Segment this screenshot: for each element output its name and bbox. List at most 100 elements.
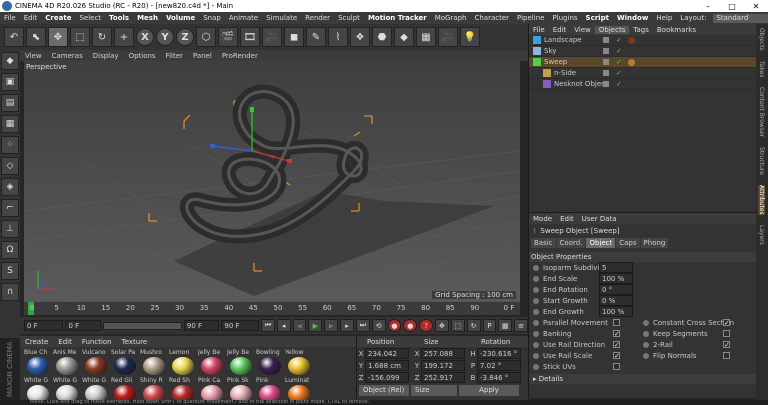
material-swatch[interactable]: Mushro: [140, 349, 167, 375]
scale-tool-button[interactable]: ⬚: [70, 27, 90, 47]
checkbox[interactable]: ✓: [723, 341, 730, 349]
tweak-mode-icon[interactable]: ⊥: [1, 220, 19, 238]
nurbs-generator-button[interactable]: ❖: [350, 27, 370, 47]
object-menu-tags[interactable]: Tags: [629, 26, 653, 34]
animation-dot-icon[interactable]: [533, 308, 539, 315]
go-to-end-icon[interactable]: ⏭: [355, 319, 370, 332]
material-menu-texture[interactable]: Texture: [117, 338, 153, 346]
pla-key-icon[interactable]: ▦: [498, 319, 513, 332]
animation-dot-icon[interactable]: [643, 341, 649, 348]
menu-file[interactable]: File: [0, 14, 20, 22]
range-end-field[interactable]: 90 F: [183, 320, 220, 331]
size-field[interactable]: 252.917 cm: [421, 372, 465, 392]
property-value-field[interactable]: 0 °: [599, 284, 633, 295]
render-settings-button[interactable]: 🎥: [262, 27, 282, 47]
texture-mode-icon[interactable]: ▤: [1, 94, 19, 112]
rotation-key-icon[interactable]: ↻: [466, 319, 481, 332]
checkbox[interactable]: [723, 330, 730, 337]
rotate-tool-button[interactable]: ↻: [92, 27, 112, 47]
menu-simulate[interactable]: Simulate: [262, 14, 301, 22]
attribute-menu-edit[interactable]: Edit: [556, 215, 578, 223]
checkbox[interactable]: ✓: [613, 330, 620, 338]
next-key-icon[interactable]: ▸: [340, 319, 354, 332]
scene-object-button[interactable]: ▦: [416, 27, 436, 47]
layout-select[interactable]: Standard: [713, 13, 768, 23]
property-value-field[interactable]: 100 %: [599, 273, 633, 284]
start-frame-field[interactable]: 0 F: [24, 320, 64, 331]
frame-range-slider[interactable]: [103, 321, 182, 330]
polygons-mode-icon[interactable]: ◈: [1, 178, 19, 196]
animation-dot-icon[interactable]: [533, 330, 539, 337]
object-row[interactable]: Sky ✓: [529, 46, 756, 57]
timeline-menu-icon[interactable]: ≡: [514, 319, 529, 332]
size-mode-select[interactable]: Size: [411, 385, 457, 396]
animation-dot-icon[interactable]: [533, 264, 539, 271]
menu-script[interactable]: Script: [582, 14, 613, 22]
material-swatch[interactable]: Yellow: [285, 349, 312, 375]
animation-dot-icon[interactable]: [533, 297, 539, 304]
material-swatch[interactable]: Vulcano: [82, 349, 109, 375]
y-axis-lock-button[interactable]: Y: [156, 28, 174, 46]
menu-character[interactable]: Character: [470, 14, 513, 22]
right-tab-takes[interactable]: Takes: [758, 61, 765, 77]
material-swatch[interactable]: Anis Me: [53, 349, 80, 375]
menu-volume[interactable]: Volume: [162, 14, 199, 22]
visibility-dots[interactable]: [603, 37, 609, 43]
go-to-start-icon[interactable]: ⏮: [260, 319, 275, 332]
tab-caps[interactable]: Caps: [616, 238, 640, 248]
undo-button[interactable]: ↶: [4, 27, 24, 47]
render-picture-viewer-button[interactable]: 🎞: [240, 27, 260, 47]
solo-icon[interactable]: S: [1, 262, 19, 280]
menu-snap[interactable]: Snap: [199, 14, 225, 22]
coordinate-system-button[interactable]: ⬡: [196, 27, 216, 47]
material-swatch[interactable]: Lemon: [169, 349, 196, 375]
parameter-key-icon[interactable]: P: [482, 319, 497, 332]
loop-icon[interactable]: ⟲: [371, 319, 386, 332]
menu-edit[interactable]: Edit: [20, 14, 42, 22]
right-tab-attributes[interactable]: Attributes: [758, 185, 765, 215]
snapping-icon[interactable]: Ω: [1, 241, 19, 259]
tab-coord[interactable]: Coord.: [556, 238, 586, 248]
animation-dot-icon[interactable]: [533, 363, 539, 370]
checkbox[interactable]: [723, 352, 730, 359]
position-field[interactable]: 234.042 cm: [365, 348, 409, 368]
menu-pipeline[interactable]: Pipeline: [513, 14, 548, 22]
animation-dot-icon[interactable]: [643, 352, 649, 359]
viewport-menu-panel[interactable]: Panel: [188, 52, 217, 60]
enabled-check-icon[interactable]: ✓: [616, 36, 622, 44]
position-field[interactable]: 1.688 cm: [365, 360, 409, 371]
checkbox[interactable]: [613, 319, 620, 326]
object-tag-icon[interactable]: [628, 36, 635, 44]
visibility-dots[interactable]: [603, 81, 609, 87]
pen-spline-button[interactable]: ✎: [306, 27, 326, 47]
enabled-check-icon[interactable]: ✓: [616, 80, 622, 88]
menu-help[interactable]: Help: [652, 14, 676, 22]
menu-render[interactable]: Render: [301, 14, 334, 22]
keyframe-selection-icon[interactable]: ?: [419, 319, 434, 332]
viewport-menu-view[interactable]: View: [20, 52, 47, 60]
animation-dot-icon[interactable]: [533, 352, 539, 359]
autokey-icon[interactable]: ●: [403, 319, 418, 332]
scale-key-icon[interactable]: ⬚: [450, 319, 465, 332]
viewport-menu-cameras[interactable]: Cameras: [47, 52, 88, 60]
magnet-icon[interactable]: ∩: [1, 283, 19, 301]
object-row[interactable]: Landscape ✓: [529, 35, 756, 46]
animation-dot-icon[interactable]: [533, 341, 539, 348]
right-tab-objects[interactable]: Objects: [758, 28, 765, 51]
property-value-field[interactable]: 0 %: [599, 295, 633, 306]
material-menu-function[interactable]: Function: [77, 338, 117, 346]
end-frame-field[interactable]: 90 F: [221, 320, 259, 331]
checkbox[interactable]: ✓: [723, 319, 730, 327]
render-view-button[interactable]: 🎬: [218, 27, 238, 47]
object-menu-view[interactable]: View: [570, 26, 595, 34]
rotation-field[interactable]: 7.02 °: [477, 360, 521, 371]
object-row[interactable]: Nesknot Object ✓: [529, 79, 756, 90]
close-button[interactable]: ✕: [744, 2, 768, 11]
menu-mesh[interactable]: Mesh: [133, 14, 162, 22]
rotation-field[interactable]: -3.846 °: [477, 372, 521, 383]
array-button[interactable]: ⬣: [372, 27, 392, 47]
animation-dot-icon[interactable]: [643, 319, 649, 326]
menu-motion-tracker[interactable]: Motion Tracker: [364, 14, 431, 22]
position-key-icon[interactable]: ✥: [435, 319, 449, 332]
right-tab-structure[interactable]: Structure: [758, 147, 765, 175]
